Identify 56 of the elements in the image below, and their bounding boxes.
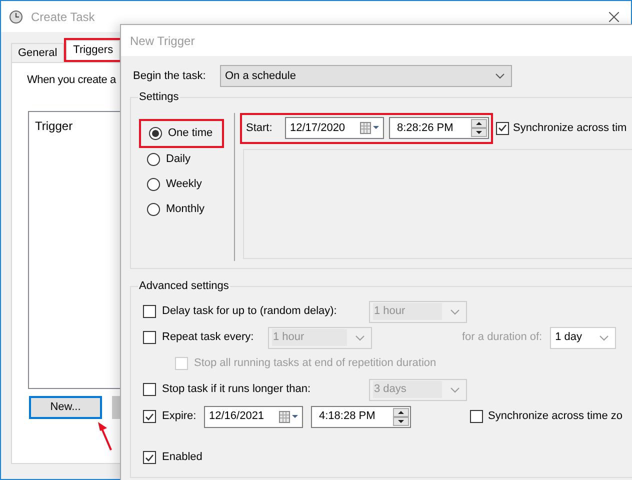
checkbox[interactable] — [470, 410, 483, 423]
calendar-icon — [360, 122, 380, 134]
checkbox[interactable] — [143, 305, 156, 318]
radio-button[interactable] — [147, 202, 160, 216]
date-field[interactable]: 12/17/2020 — [285, 117, 384, 139]
chevron-down-icon — [599, 334, 610, 340]
option-label: Stop all running tasks at end of repetition duration — [194, 356, 436, 372]
checkmark-icon — [498, 124, 507, 132]
spinner-icon[interactable] — [393, 408, 409, 426]
start-label: Start: — [246, 120, 274, 136]
checkbox[interactable] — [143, 410, 156, 423]
radio-button[interactable] — [147, 178, 160, 190]
option-label: Daily — [166, 152, 190, 167]
checkbox[interactable] — [143, 331, 156, 344]
checkmark-icon — [145, 412, 154, 420]
option-label: One time — [168, 126, 213, 141]
checkbox[interactable] — [496, 122, 509, 134]
calendar-icon — [279, 410, 299, 422]
time-field[interactable]: 4:18:28 PM — [311, 406, 411, 428]
chevron-down-icon — [450, 386, 460, 392]
option-label: Delay task for up to (random delay): — [162, 304, 338, 320]
option-label: for a duration of: — [462, 331, 542, 344]
checkbox[interactable] — [143, 383, 156, 396]
chevron-down-icon — [450, 308, 460, 314]
new-button[interactable]: New... — [29, 396, 102, 418]
column-header: Trigger — [35, 118, 73, 132]
checkmark-icon — [145, 454, 154, 462]
tab[interactable]: General — [11, 43, 64, 62]
group-title: Advanced settings — [138, 279, 230, 294]
date-field[interactable]: 12/16/2021 — [204, 406, 303, 428]
option-label: Enabled — [162, 450, 202, 466]
dropdown[interactable]: 1 day — [550, 326, 616, 348]
pointer-arrow-icon — [97, 420, 113, 450]
close-icon[interactable] — [609, 12, 619, 22]
clock-icon — [9, 10, 23, 24]
window-title: New Trigger — [130, 32, 195, 50]
checkbox[interactable] — [143, 451, 156, 464]
chevron-down-icon — [495, 73, 505, 79]
group-title: Settings — [138, 90, 180, 105]
option-label: Synchronize across time zo — [488, 409, 622, 424]
option-label: Monthly — [166, 202, 205, 217]
option-label: Expire: — [162, 409, 198, 424]
radio-button[interactable] — [149, 126, 162, 140]
option-label: Repeat task every: — [162, 330, 255, 346]
begin-dropdown[interactable]: On a schedule — [220, 65, 512, 87]
tab[interactable]: Triggers — [66, 40, 120, 60]
option-label: Synchronize across tim — [513, 120, 627, 136]
radio-button[interactable] — [147, 152, 160, 166]
option-label: Stop task if it runs longer than: — [162, 382, 312, 398]
chevron-down-icon — [355, 334, 365, 340]
time-field[interactable]: 8:28:26 PM — [389, 117, 489, 139]
window-title: Create Task — [31, 8, 95, 26]
begin-label: Begin the task: — [133, 68, 207, 84]
option-label: Weekly — [166, 176, 202, 192]
spinner-icon[interactable] — [471, 119, 487, 137]
description-text: When you create a — [27, 73, 116, 88]
